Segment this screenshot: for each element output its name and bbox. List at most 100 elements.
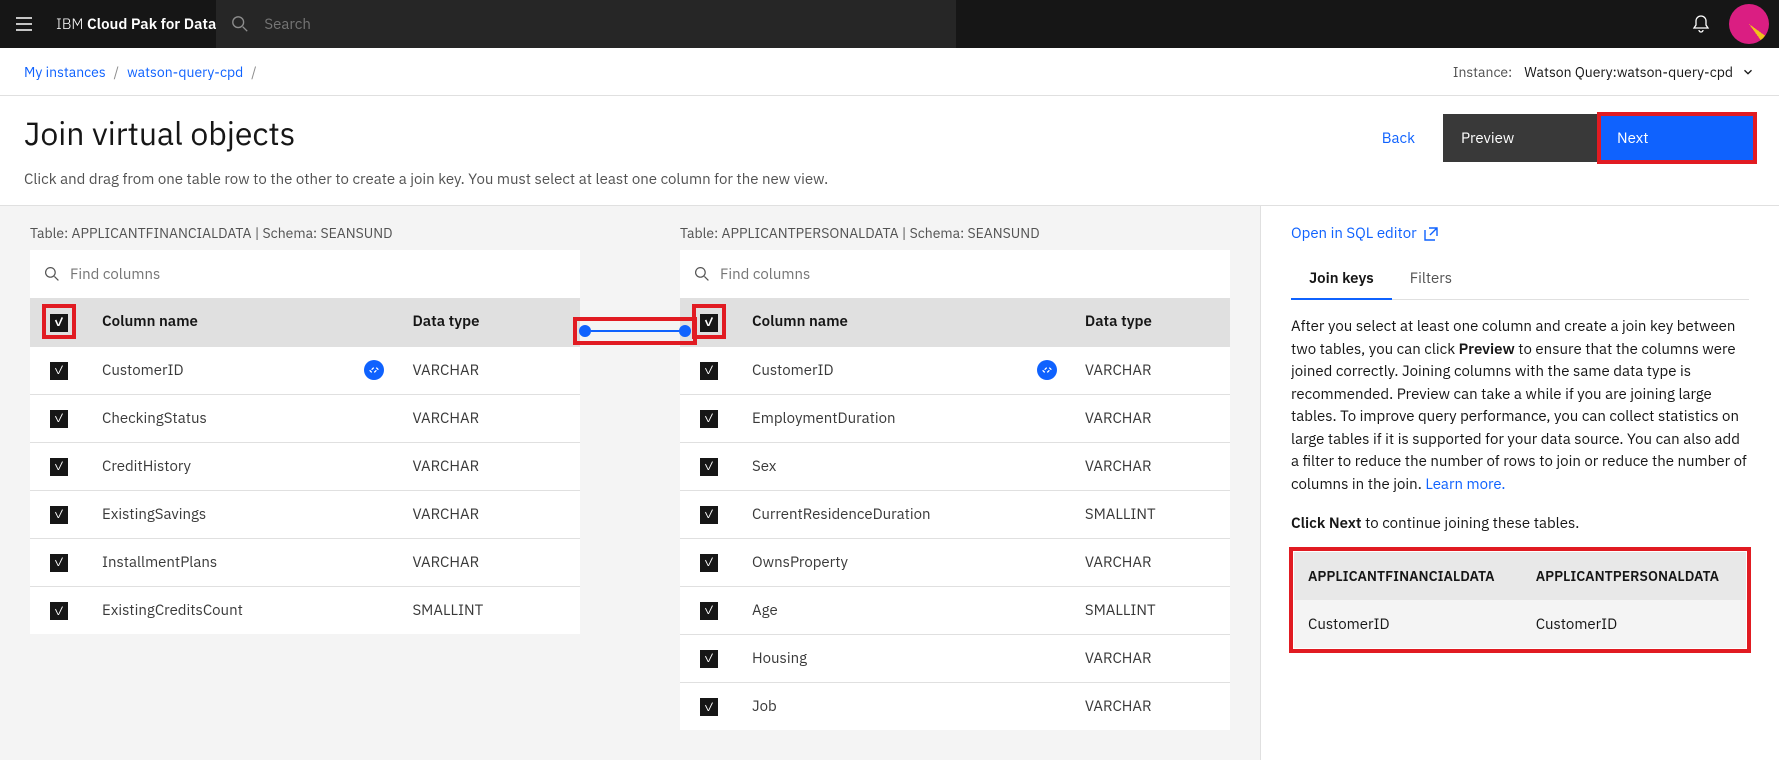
column-name: ExistingSavings	[102, 505, 206, 524]
data-type: VARCHAR	[398, 394, 580, 442]
table-row[interactable]: ✓CurrentResidenceDurationSMALLINT	[680, 490, 1230, 538]
join-keys-table: APPLICANTFINANCIALDATA APPLICANTPERSONAL…	[1294, 552, 1746, 648]
table-row[interactable]: ✓ Sex VARCHAR	[680, 442, 1230, 490]
column-name: ExistingCreditsCount	[102, 601, 243, 620]
notifications-icon[interactable]	[1677, 14, 1725, 34]
page-subtitle: Click and drag from one table row to the…	[0, 170, 1779, 205]
chevron-down-icon	[1741, 65, 1755, 79]
subheader: My instances / watson-query-cpd / Instan…	[0, 48, 1779, 96]
open-sql-editor-link[interactable]: Open in SQL editor	[1291, 224, 1439, 243]
breadcrumb-my-instances[interactable]: My instances	[24, 63, 106, 81]
table-row[interactable]: ✓ CheckingStatus VARCHAR	[30, 394, 580, 442]
table-row[interactable]: ✓ ExistingSavings VARCHAR	[30, 490, 580, 538]
search-input[interactable]	[264, 15, 956, 34]
instance-label: Instance:	[1453, 63, 1512, 81]
learn-more-link[interactable]: Learn more.	[1425, 475, 1505, 494]
menu-icon[interactable]	[0, 14, 48, 34]
data-type: SMALLINT	[1071, 586, 1230, 634]
back-link[interactable]: Back	[1354, 115, 1443, 162]
joinkeys-header-1: APPLICANTFINANCIALDATA	[1294, 552, 1522, 600]
row-checkbox[interactable]: ✓	[50, 554, 68, 572]
data-type: VARCHAR	[1071, 394, 1230, 442]
column-name: CustomerID	[102, 361, 184, 380]
column-name: CreditHistory	[102, 457, 191, 476]
table2-select-all[interactable]: ✓	[700, 314, 718, 332]
column-name: CheckingStatus	[102, 409, 207, 428]
global-search[interactable]	[216, 0, 956, 48]
tab-filters[interactable]: Filters	[1392, 259, 1470, 299]
table2-search-input[interactable]	[720, 265, 1216, 284]
data-type: VARCHAR	[1071, 634, 1230, 682]
table-row[interactable]: ✓ Job VARCHAR	[680, 682, 1230, 730]
right-panel: Open in SQL editor Join keys Filters Aft…	[1260, 206, 1779, 760]
tabs: Join keys Filters	[1291, 259, 1749, 300]
row-checkbox[interactable]: ✓	[700, 554, 718, 572]
table-row[interactable]: ✓AgeSMALLINT	[680, 586, 1230, 634]
row-checkbox[interactable]: ✓	[700, 410, 718, 428]
data-type: VARCHAR	[398, 346, 580, 394]
table1-select-all[interactable]: ✓	[50, 314, 68, 332]
cta-text: Click Next to continue joining these tab…	[1291, 514, 1749, 533]
breadcrumb: My instances / watson-query-cpd /	[24, 63, 257, 81]
row-checkbox[interactable]: ✓	[50, 602, 68, 620]
table1-search-input[interactable]	[70, 265, 566, 284]
col-header-name: Column name	[738, 298, 1071, 346]
table-row[interactable]: ✓ ExistingCreditsCount SMALLINT	[30, 586, 580, 634]
col-header-name: Column name	[88, 298, 398, 346]
table-panel-2: Table: APPLICANTPERSONALDATA | Schema: S…	[680, 224, 1230, 730]
link-icon	[1037, 360, 1057, 380]
row-checkbox[interactable]: ✓	[700, 698, 718, 716]
join-connector[interactable]	[575, 319, 695, 343]
column-name: EmploymentDuration	[752, 409, 896, 428]
table-row[interactable]: ✓InstallmentPlansVARCHAR	[30, 538, 580, 586]
data-type: VARCHAR	[1071, 346, 1230, 394]
table2-search[interactable]	[680, 250, 1230, 298]
tab-join-keys[interactable]: Join keys	[1291, 259, 1392, 300]
table-row[interactable]: ✓ CreditHistory VARCHAR	[30, 442, 580, 490]
column-name: InstallmentPlans	[102, 553, 217, 572]
column-name: CurrentResidenceDuration	[752, 505, 931, 524]
search-icon	[216, 15, 264, 33]
table-row[interactable]: ✓HousingVARCHAR	[680, 634, 1230, 682]
help-text: After you select at least one column and…	[1291, 316, 1749, 496]
table-row: CustomerID CustomerID	[1294, 600, 1746, 648]
col-header-type: Data type	[398, 298, 580, 346]
header: IBM Cloud Pak for Data	[0, 0, 1779, 48]
data-type: VARCHAR	[398, 442, 580, 490]
table-row[interactable]: ✓ OwnsProperty VARCHAR	[680, 538, 1230, 586]
row-checkbox[interactable]: ✓	[50, 362, 68, 380]
joinkeys-header-2: APPLICANTPERSONALDATA	[1522, 552, 1746, 600]
data-type: VARCHAR	[1071, 442, 1230, 490]
column-name: Job	[752, 697, 777, 716]
link-icon	[364, 360, 384, 380]
data-type: VARCHAR	[398, 490, 580, 538]
row-checkbox[interactable]: ✓	[50, 458, 68, 476]
data-type: SMALLINT	[398, 586, 580, 634]
breadcrumb-instance[interactable]: watson-query-cpd	[127, 63, 243, 81]
column-name: OwnsProperty	[752, 553, 848, 572]
avatar[interactable]	[1729, 4, 1769, 44]
table-row[interactable]: ✓ CustomerID VARCHAR	[30, 346, 580, 394]
preview-button[interactable]: Preview	[1443, 114, 1599, 162]
row-checkbox[interactable]: ✓	[700, 458, 718, 476]
data-type: VARCHAR	[1071, 538, 1230, 586]
column-name: Sex	[752, 457, 776, 476]
table-row[interactable]: ✓CustomerIDVARCHAR	[680, 346, 1230, 394]
row-checkbox[interactable]: ✓	[50, 506, 68, 524]
row-checkbox[interactable]: ✓	[700, 506, 718, 524]
table-panel-1: Table: APPLICANTFINANCIALDATA | Schema: …	[30, 224, 580, 730]
table1-header: Table: APPLICANTFINANCIALDATA | Schema: …	[30, 224, 580, 242]
next-button[interactable]: Next	[1599, 114, 1755, 162]
row-checkbox[interactable]: ✓	[700, 602, 718, 620]
table1-search[interactable]	[30, 250, 580, 298]
page-title: Join virtual objects	[24, 114, 295, 152]
instance-selector[interactable]: Watson Query:watson-query-cpd	[1524, 63, 1755, 81]
row-checkbox[interactable]: ✓	[700, 362, 718, 380]
row-checkbox[interactable]: ✓	[700, 650, 718, 668]
data-type: VARCHAR	[1071, 682, 1230, 730]
table-row[interactable]: ✓ EmploymentDuration VARCHAR	[680, 394, 1230, 442]
brand: IBM Cloud Pak for Data	[56, 15, 216, 34]
row-checkbox[interactable]: ✓	[50, 410, 68, 428]
table2-header: Table: APPLICANTPERSONALDATA | Schema: S…	[680, 224, 1230, 242]
col-header-type: Data type	[1071, 298, 1230, 346]
